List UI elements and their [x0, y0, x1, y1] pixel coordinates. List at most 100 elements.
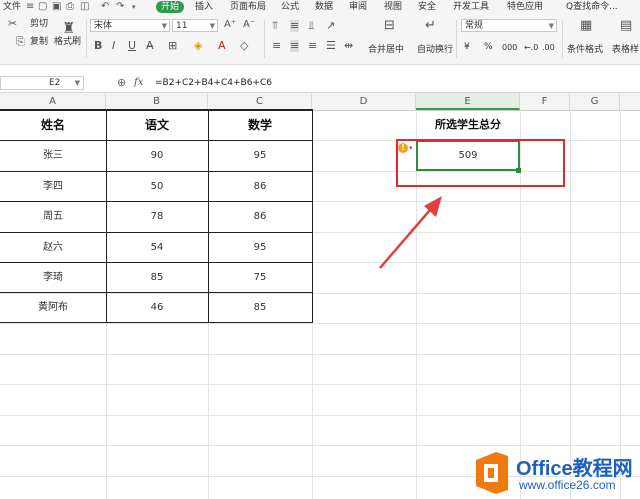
chevron-down-icon[interactable]: ▾: [409, 143, 413, 153]
wrap-text-button[interactable]: 自动换行: [417, 45, 453, 56]
collapse-icon[interactable]: ≡: [26, 1, 34, 13]
column-header-d[interactable]: D: [312, 93, 416, 110]
align-bottom-icon[interactable]: ⫫: [308, 20, 314, 32]
format-painter-icon[interactable]: ♜: [62, 21, 75, 36]
cell-name[interactable]: 李四: [0, 172, 106, 201]
fill-color-icon[interactable]: ◈: [194, 40, 202, 52]
print-preview-icon[interactable]: ◫: [80, 1, 89, 13]
header-name[interactable]: 姓名: [0, 110, 106, 140]
ribbon-divider: [264, 20, 265, 58]
grid-row-line: [0, 323, 640, 324]
undo-icon[interactable]: ↶: [101, 1, 109, 13]
percent-icon[interactable]: %: [484, 42, 493, 53]
tab-developer[interactable]: 开发工具: [453, 1, 489, 13]
align-middle-icon[interactable]: ≡: [290, 20, 300, 32]
menu-bar: 文件 ≡ ▢ ▣ ⎙ ◫ ↶ ↷ ▾ 开始 插入 页面布局 公式 数据 审阅 视…: [0, 0, 640, 14]
formula-input[interactable]: =B2+C2+B4+C4+B6+C6: [155, 76, 272, 90]
cut-icon[interactable]: ✂: [8, 18, 17, 30]
insert-function-icon[interactable]: fx: [134, 76, 143, 90]
formula-bar: E2 ▼ ⊕ fx =B2+C2+B4+C4+B6+C6: [0, 74, 640, 93]
copy-button[interactable]: 复制: [30, 37, 48, 48]
cut-button[interactable]: 剪切: [30, 19, 48, 30]
border-icon[interactable]: ⊞: [168, 40, 177, 52]
column-header-e[interactable]: E: [416, 93, 520, 110]
copy-icon[interactable]: ⎘: [16, 36, 25, 48]
name-box[interactable]: E2 ▼: [0, 76, 84, 90]
cell-math[interactable]: 95: [208, 141, 312, 171]
cell-chinese[interactable]: 54: [106, 233, 208, 262]
merge-center-icon[interactable]: ⊟: [384, 19, 395, 32]
increase-decimal-icon[interactable]: ←.0: [524, 42, 538, 53]
cell-chinese[interactable]: 85: [106, 263, 208, 292]
align-center-icon[interactable]: ≡: [290, 40, 300, 52]
tab-page-layout[interactable]: 页面布局: [230, 1, 266, 13]
redo-icon[interactable]: ↷: [116, 1, 124, 13]
tab-special-apps[interactable]: 特色应用: [507, 1, 543, 13]
cell-chinese[interactable]: 78: [106, 202, 208, 232]
file-menu[interactable]: 文件: [3, 1, 21, 13]
cell-name[interactable]: 黄阿布: [0, 293, 106, 322]
underline-icon[interactable]: U: [128, 40, 136, 52]
align-left-icon[interactable]: ≡: [272, 40, 281, 52]
distributed-icon[interactable]: ⇹: [344, 40, 353, 52]
cell-math[interactable]: 95: [208, 233, 312, 262]
merge-center-button[interactable]: 合并居中: [368, 45, 404, 56]
command-search[interactable]: Q查找命令...: [566, 1, 618, 13]
cell-name[interactable]: 赵六: [0, 233, 106, 262]
print-icon[interactable]: ⎙: [66, 1, 74, 13]
font-color-icon[interactable]: A: [218, 40, 226, 52]
font-size-select[interactable]: 11 ▼: [172, 19, 218, 32]
quick-access-dropdown-icon[interactable]: ▾: [132, 1, 136, 13]
cell-math[interactable]: 85: [208, 293, 312, 322]
align-top-icon[interactable]: ⫪: [272, 20, 278, 32]
cell-name[interactable]: 张三: [0, 141, 106, 171]
column-header-c[interactable]: C: [208, 93, 312, 110]
grow-font-icon[interactable]: A⁺: [224, 19, 236, 31]
italic-icon[interactable]: I: [112, 40, 115, 52]
tab-data[interactable]: 数据: [315, 1, 333, 13]
clear-format-icon[interactable]: ◇: [240, 40, 248, 52]
cell-name[interactable]: 周五: [0, 202, 106, 232]
shrink-font-icon[interactable]: A⁻: [243, 19, 255, 31]
tab-insert[interactable]: 插入: [195, 1, 213, 13]
conditional-format-button[interactable]: 条件格式: [567, 45, 603, 56]
tab-security[interactable]: 安全: [418, 1, 436, 13]
cell-chinese[interactable]: 90: [106, 141, 208, 171]
save-icon[interactable]: ▣: [52, 1, 61, 13]
summary-label[interactable]: 所选学生总分: [416, 110, 520, 140]
cell-chinese[interactable]: 46: [106, 293, 208, 322]
column-header-a[interactable]: A: [0, 93, 106, 110]
zoom-icon[interactable]: ⊕: [117, 76, 126, 90]
cell-name[interactable]: 李琦: [0, 263, 106, 292]
number-format-select[interactable]: 常规 ▼: [461, 19, 557, 32]
column-header-b[interactable]: B: [106, 93, 208, 110]
bold-icon[interactable]: B: [94, 40, 102, 52]
format-painter-button[interactable]: 格式刷: [54, 37, 81, 48]
header-chinese[interactable]: 语文: [106, 110, 208, 140]
thousands-icon[interactable]: 000: [502, 42, 517, 53]
error-check-icon[interactable]: !: [398, 143, 408, 153]
decrease-decimal-icon[interactable]: .00: [542, 42, 555, 53]
wrap-text-icon[interactable]: ↵: [425, 19, 436, 32]
font-name-select[interactable]: 宋体 ▼: [90, 19, 170, 32]
strikethrough-icon[interactable]: A̶: [146, 40, 154, 52]
cell-math[interactable]: 86: [208, 202, 312, 232]
tab-formulas[interactable]: 公式: [281, 1, 299, 13]
table-style-button[interactable]: 表格样: [612, 45, 639, 56]
tab-view[interactable]: 视图: [384, 1, 402, 13]
align-right-icon[interactable]: ≡: [308, 40, 317, 52]
cell-math[interactable]: 86: [208, 172, 312, 201]
tab-home[interactable]: 开始: [156, 1, 184, 13]
tab-review[interactable]: 审阅: [349, 1, 367, 13]
table-style-icon[interactable]: ▤: [620, 19, 632, 32]
conditional-format-icon[interactable]: ▦: [580, 19, 592, 32]
cell-chinese[interactable]: 50: [106, 172, 208, 201]
cell-math[interactable]: 75: [208, 263, 312, 292]
orientation-icon[interactable]: ↗: [326, 20, 335, 32]
column-header-f[interactable]: F: [520, 93, 570, 110]
header-math[interactable]: 数学: [208, 110, 312, 140]
new-file-icon[interactable]: ▢: [38, 1, 47, 13]
column-header-g[interactable]: G: [570, 93, 620, 110]
currency-icon[interactable]: ¥: [464, 42, 470, 53]
justify-icon[interactable]: ☰: [326, 40, 336, 52]
